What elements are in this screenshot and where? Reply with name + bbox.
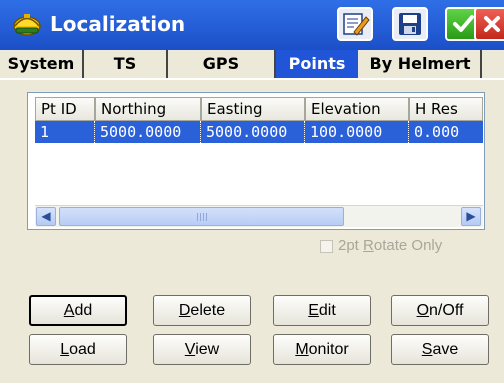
col-pt-id[interactable]: Pt ID: [35, 97, 95, 121]
points-table[interactable]: Pt ID Northing Easting Elevation H Res 1…: [27, 92, 485, 230]
col-northing[interactable]: Northing: [95, 97, 201, 121]
horizontal-scrollbar[interactable]: ◀ ▶: [35, 205, 483, 227]
save-disk-icon[interactable]: [392, 7, 428, 41]
cell-elevation: 100.0000: [305, 121, 409, 143]
col-h-res[interactable]: H Res: [409, 97, 483, 121]
cell-northing: 5000.0000: [95, 121, 201, 143]
tab-system[interactable]: System: [0, 50, 84, 78]
scroll-right-icon[interactable]: ▶: [461, 207, 481, 226]
col-easting[interactable]: Easting: [201, 97, 305, 121]
tab-divider: [0, 78, 504, 80]
scroll-left-icon[interactable]: ◀: [36, 207, 56, 226]
add-button[interactable]: Add: [29, 295, 127, 326]
monitor-button[interactable]: Monitor: [273, 334, 371, 365]
helmet-icon: [13, 14, 41, 36]
title-bar: Localization: [0, 0, 504, 50]
edit-notepad-icon[interactable]: [337, 7, 373, 41]
col-elevation[interactable]: Elevation: [305, 97, 409, 121]
load-button[interactable]: Load: [29, 334, 127, 365]
tab-strip: System TS GPS Points By Helmert: [0, 50, 504, 80]
cell-easting: 5000.0000: [201, 121, 305, 143]
tab-points[interactable]: Points: [276, 50, 358, 78]
table-row[interactable]: 1 5000.0000 5000.0000 100.0000 0.000: [35, 121, 483, 143]
window-title: Localization: [50, 12, 186, 36]
on-off-button[interactable]: On/Off: [391, 295, 489, 326]
delete-button[interactable]: Delete: [153, 295, 251, 326]
edit-button[interactable]: Edit: [273, 295, 371, 326]
cell-h-res: 0.000: [414, 123, 460, 141]
table-header: Pt ID Northing Easting Elevation H Res: [35, 97, 483, 123]
view-button[interactable]: View: [153, 334, 251, 365]
rotate-only-checkbox[interactable]: [320, 240, 333, 253]
close-x-icon[interactable]: [474, 7, 504, 41]
save-button[interactable]: Save: [391, 334, 489, 365]
tab-gps[interactable]: GPS: [168, 50, 276, 78]
rotate-only-label: 2pt Rotate Only: [338, 237, 443, 254]
tab-ts[interactable]: TS: [84, 50, 168, 78]
scroll-thumb[interactable]: [59, 207, 344, 226]
grip-icon: [197, 213, 207, 221]
cell-pt-id: 1: [35, 121, 95, 143]
tab-by-helmert[interactable]: By Helmert: [360, 50, 482, 78]
